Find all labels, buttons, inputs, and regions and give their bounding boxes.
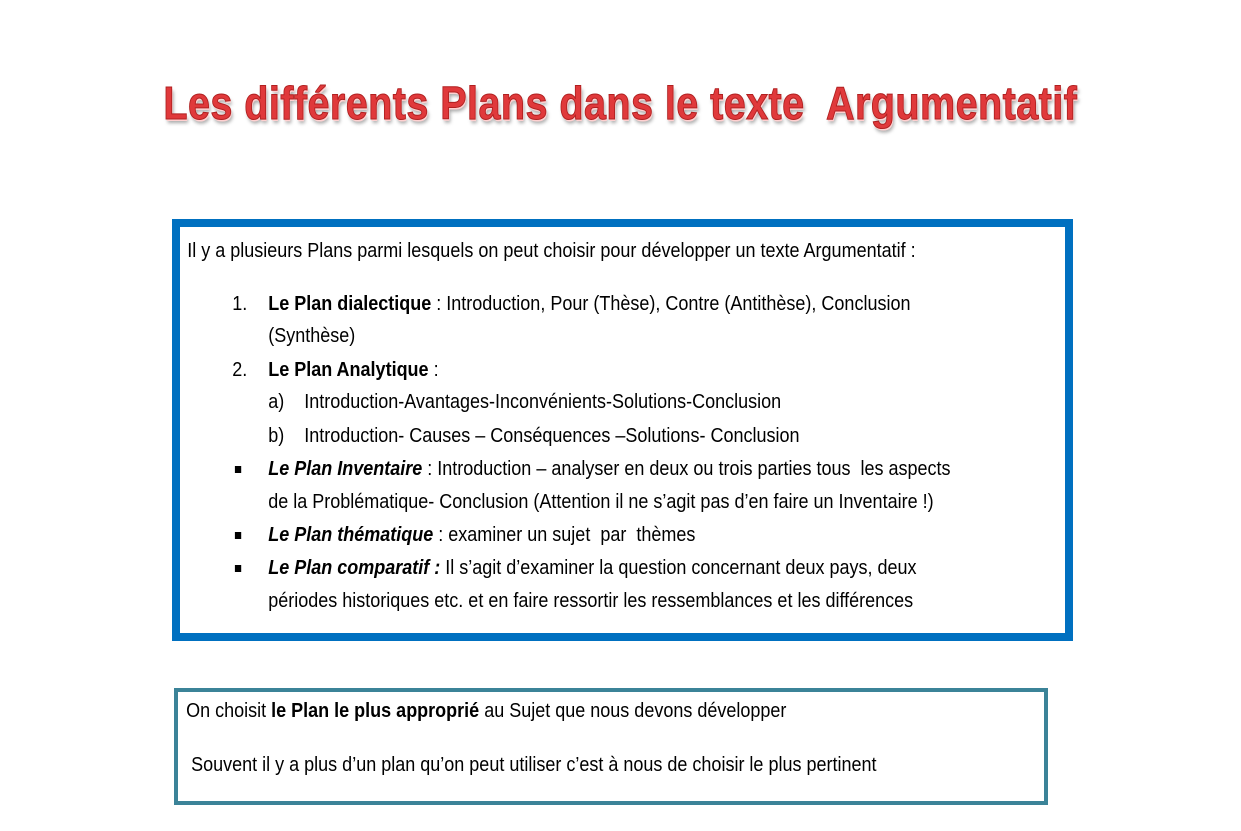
item-text: : [428, 359, 439, 381]
item-title: Le Plan Inventaire [268, 458, 423, 480]
conclusion-box: On choisit le Plan le plus approprié au … [174, 688, 1048, 805]
item-text: : Introduction – analyser en deux ou tro… [422, 458, 951, 480]
list-marker: 2. [232, 359, 248, 381]
item-text: : Introduction, Pour (Thèse), Contre (An… [431, 293, 911, 315]
list-marker: 1. [232, 293, 248, 315]
text: au Sujet que nous devons développer [479, 700, 787, 722]
item-title: Le Plan comparatif : [268, 557, 441, 579]
list-item-analytique: Le Plan Analytique : [268, 359, 438, 382]
bullet-square-icon [234, 466, 242, 473]
list-item-comparatif: Le Plan comparatif : Il s’agit d’examine… [268, 557, 916, 580]
plans-box: Il y a plusieurs Plans parmi lesquels on… [172, 219, 1073, 641]
item-text: : examiner un sujet par thèmes [433, 524, 696, 546]
title-text: Les différents Plans dans le texte Argum… [163, 77, 1078, 130]
text: On choisit [186, 700, 272, 722]
conclusion-line-2: Souvent il y a plus d’un plan qu’on peut… [186, 754, 877, 776]
item-title: Le Plan Analytique [268, 359, 429, 381]
sub-item: Introduction-Avantages-Inconvénients-Sol… [304, 391, 782, 413]
sub-marker: b) [268, 425, 285, 447]
list-item-thematique: Le Plan thématique : examiner un sujet p… [268, 524, 695, 547]
list-item-dialectique: Le Plan dialectique : Introduction, Pour… [268, 293, 910, 316]
intro-text: Il y a plusieurs Plans parmi lesquels on… [187, 240, 916, 262]
bullet-square-icon [234, 565, 242, 572]
item-title: Le Plan thématique [268, 524, 434, 546]
item-continuation: périodes historiques etc. et en faire re… [268, 590, 914, 612]
emphasis: le Plan le plus approprié [271, 700, 480, 722]
item-title: Le Plan dialectique [268, 293, 432, 315]
sub-marker: a) [268, 391, 285, 413]
item-text: Il s’agit d’examiner la question concern… [440, 557, 917, 579]
item-continuation: (Synthèse) [268, 325, 356, 347]
list-item-inventaire: Le Plan Inventaire : Introduction – anal… [268, 458, 950, 481]
sub-item: Introduction- Causes – Conséquences –Sol… [304, 425, 800, 447]
bullet-square-icon [234, 532, 242, 539]
page-title: Les différents Plans dans le texte Argum… [0, 76, 1241, 130]
conclusion-line-1: On choisit le Plan le plus approprié au … [186, 700, 786, 723]
item-continuation: de la Problématique- Conclusion (Attenti… [268, 491, 934, 513]
